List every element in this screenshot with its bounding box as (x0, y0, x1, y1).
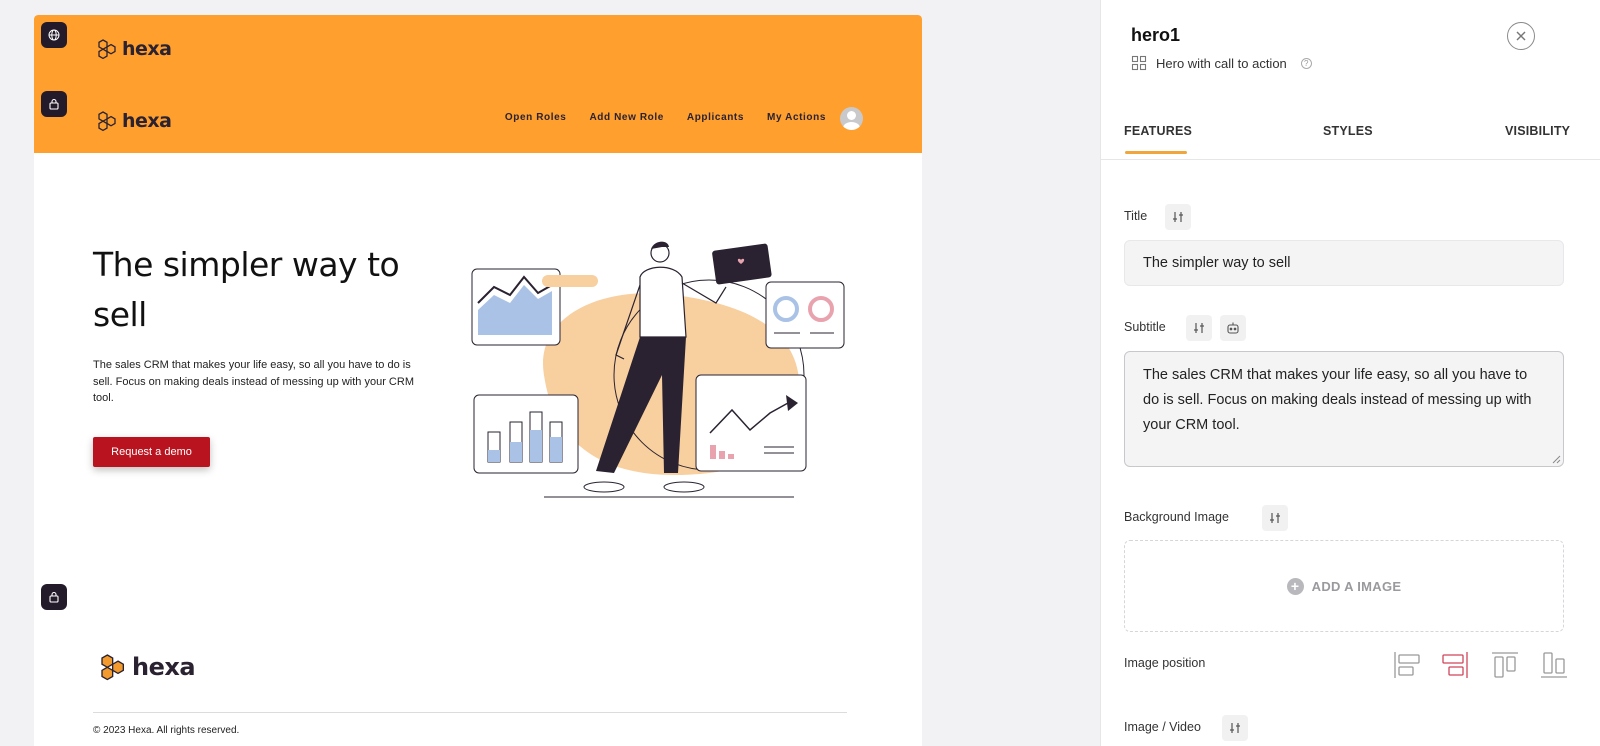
tab-features[interactable]: FEATURES (1124, 124, 1192, 138)
panel-tabs: FEATURES STYLES VISIBILITY (1100, 118, 1600, 160)
logo-text: hexa (122, 110, 172, 132)
footer-logo[interactable]: hexa (98, 651, 196, 683)
position-bottom-icon[interactable] (1539, 650, 1569, 680)
tab-visibility[interactable]: VISIBILITY (1505, 124, 1570, 138)
hexagon-logo-icon (101, 654, 124, 681)
robot-icon (1227, 322, 1239, 334)
sliders-icon (1194, 323, 1204, 333)
subtitle-settings-button[interactable] (1186, 315, 1212, 341)
nav-add-new-role[interactable]: Add New Role (589, 112, 663, 123)
header-bar: hexa hexa Open Roles Add New Role Applic… (34, 15, 922, 153)
close-button[interactable] (1507, 22, 1535, 50)
close-icon (1516, 31, 1526, 41)
user-avatar[interactable] (840, 107, 863, 130)
plus-icon: + (1286, 577, 1304, 595)
logo-text: hexa (132, 653, 196, 681)
top-logo[interactable]: hexa (96, 37, 172, 61)
subtitle-ai-button[interactable] (1220, 315, 1246, 341)
tab-styles[interactable]: STYLES (1323, 124, 1373, 138)
help-icon[interactable]: ? (1300, 57, 1312, 69)
active-tab-indicator (1125, 151, 1187, 154)
subtitle-textarea[interactable]: The sales CRM that makes your life easy,… (1124, 351, 1564, 467)
position-left-icon[interactable] (1392, 650, 1422, 680)
main-nav: Open Roles Add New Role Applicants My Ac… (505, 112, 826, 123)
background-image-label: Background Image (1124, 510, 1229, 524)
position-top-icon[interactable] (1490, 650, 1520, 680)
hexagon-logo-icon (98, 111, 116, 132)
background-settings-button[interactable] (1262, 505, 1288, 531)
nav-my-actions[interactable]: My Actions (767, 112, 826, 123)
block-type: Hero with call to action ? (1131, 55, 1312, 71)
lock-icon[interactable] (41, 584, 67, 610)
block-name: hero1 (1131, 25, 1181, 45)
title-input[interactable]: The simpler way to sell (1124, 240, 1564, 286)
footer-copyright: © 2023 Hexa. All rights reserved. (93, 725, 240, 736)
image-video-settings-button[interactable] (1222, 715, 1248, 741)
block-type-label: Hero with call to action (1156, 55, 1287, 71)
nav-open-roles[interactable]: Open Roles (505, 112, 567, 123)
logo-text: hexa (122, 38, 172, 60)
sliders-icon (1270, 513, 1280, 523)
title-label: Title (1124, 209, 1148, 223)
subtitle-text: The sales CRM that makes your life easy,… (1143, 367, 1532, 433)
hero-illustration (471, 241, 845, 498)
image-position-label: Image position (1124, 656, 1206, 670)
grid-icon (1131, 55, 1147, 71)
sliders-icon (1230, 723, 1240, 733)
position-right-icon[interactable] (1440, 650, 1470, 680)
page-preview-canvas: hexa hexa Open Roles Add New Role Applic… (34, 15, 922, 746)
lock-icon[interactable] (41, 91, 67, 117)
hero-title: The simpler way to sell (93, 245, 400, 334)
request-demo-button[interactable]: Request a demo (93, 437, 210, 467)
image-video-label: Image / Video (1124, 720, 1201, 734)
hexagon-logo-icon (98, 39, 116, 60)
globe-icon[interactable] (41, 22, 67, 48)
resize-handle-icon[interactable] (1552, 455, 1561, 464)
subtitle-label: Subtitle (1124, 320, 1166, 334)
hero-subtitle: The sales CRM that makes your life easy,… (93, 359, 414, 404)
add-image-dropzone[interactable]: + ADD A IMAGE (1124, 540, 1564, 632)
nav-applicants[interactable]: Applicants (687, 112, 744, 123)
footer-divider (93, 712, 847, 713)
title-settings-button[interactable] (1165, 204, 1191, 230)
header-logo[interactable]: hexa (96, 109, 172, 133)
add-image-label: ADD A IMAGE (1311, 578, 1402, 594)
sliders-icon (1173, 212, 1183, 222)
